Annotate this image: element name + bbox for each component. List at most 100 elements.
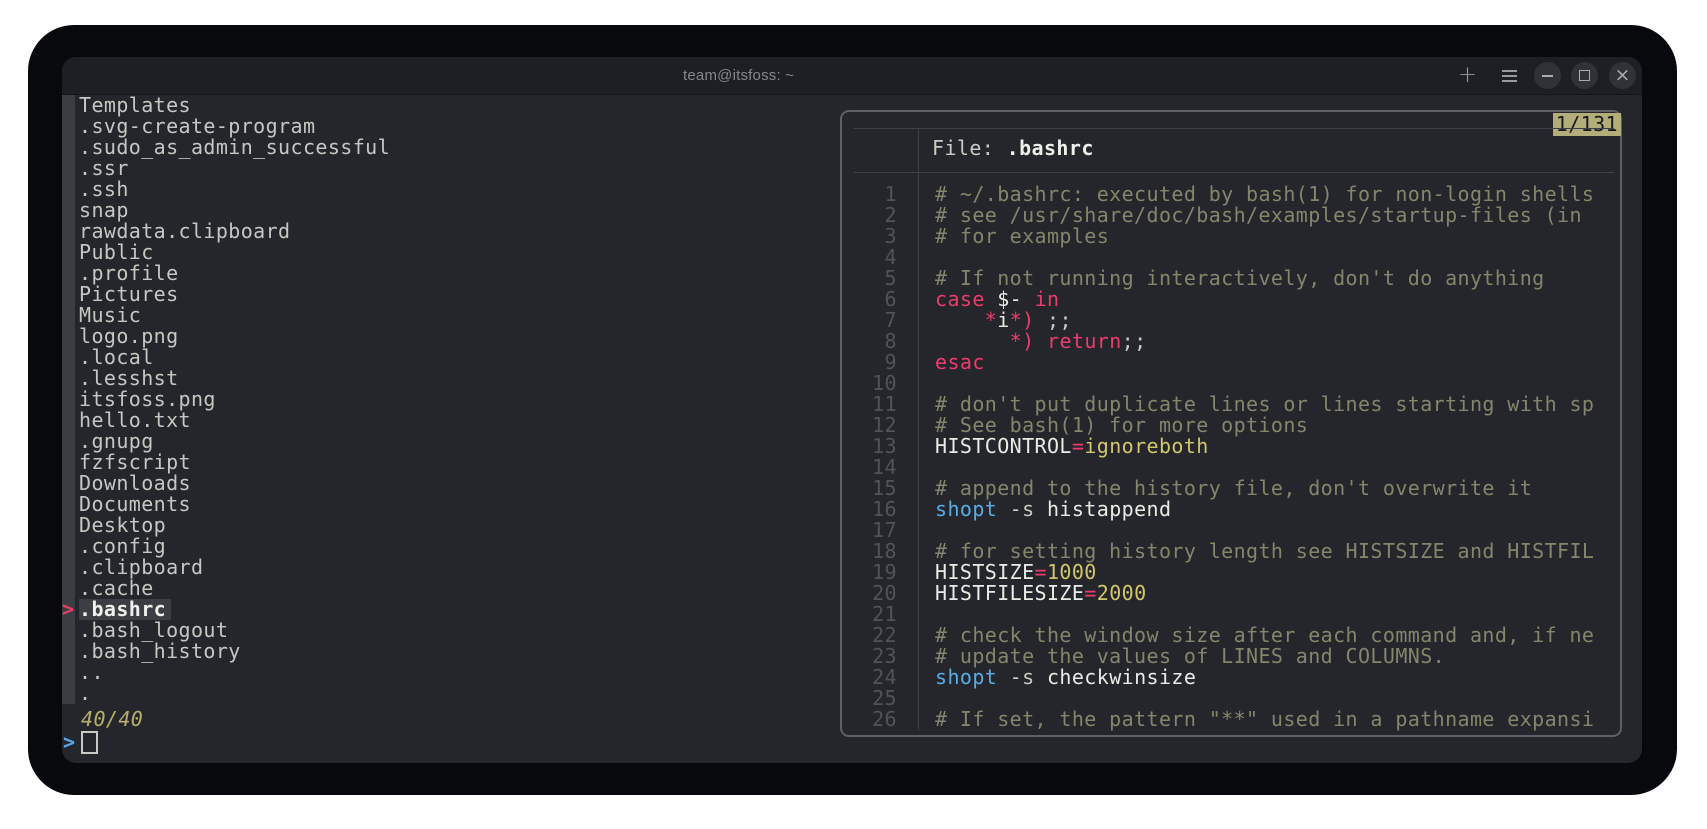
list-item[interactable]: .cache xyxy=(62,578,390,599)
line-number: 10 xyxy=(842,373,897,394)
line-number: 3 xyxy=(842,226,897,247)
code-line: 19HISTSIZE=1000 xyxy=(842,562,1620,583)
list-item[interactable]: Templates xyxy=(62,95,390,116)
code-line: 2# see /usr/share/doc/bash/examples/star… xyxy=(842,205,1620,226)
fzf-prompt[interactable]: > xyxy=(63,731,98,754)
code-line: 25 xyxy=(842,688,1620,709)
list-item[interactable]: .bash_logout xyxy=(62,620,390,641)
file-name: Documents xyxy=(79,494,191,515)
list-item[interactable]: snap xyxy=(62,200,390,221)
code-line: 18# for setting history length see HISTS… xyxy=(842,541,1620,562)
screenshot-canvas: team@itsfoss: ~ + × Templates.svg-cr xyxy=(0,0,1707,829)
code-text xyxy=(897,457,935,478)
grid-line-top xyxy=(854,128,1614,129)
titlebar[interactable]: team@itsfoss: ~ + × xyxy=(62,57,1642,95)
menu-button[interactable] xyxy=(1496,62,1523,89)
window-title: team@itsfoss: ~ xyxy=(683,57,794,94)
list-item[interactable]: rawdata.clipboard xyxy=(62,221,390,242)
file-name: itsfoss.png xyxy=(79,389,216,410)
minimize-button[interactable] xyxy=(1534,62,1561,89)
code-line: 12# See bash(1) for more options xyxy=(842,415,1620,436)
close-button[interactable]: × xyxy=(1609,62,1636,89)
line-number: 18 xyxy=(842,541,897,562)
list-item[interactable]: .lesshst xyxy=(62,368,390,389)
line-number: 5 xyxy=(842,268,897,289)
list-item[interactable]: .. xyxy=(62,662,390,683)
list-item[interactable]: Downloads xyxy=(62,473,390,494)
code-text xyxy=(897,688,935,709)
code-line: 8 *) return;; xyxy=(842,331,1620,352)
file-name: .sudo_as_admin_successful xyxy=(79,137,390,158)
file-name: .lesshst xyxy=(79,368,179,389)
list-item[interactable]: .bash_history xyxy=(62,641,390,662)
list-item[interactable]: .local xyxy=(62,347,390,368)
list-item[interactable]: .svg-create-program xyxy=(62,116,390,137)
code-line: 5# If not running interactively, don't d… xyxy=(842,268,1620,289)
fzf-file-list: Templates.svg-create-program.sudo_as_adm… xyxy=(62,95,390,704)
list-item[interactable]: .config xyxy=(62,536,390,557)
code-text: # for examples xyxy=(897,226,1109,247)
code-line: 15# append to the history file, don't ov… xyxy=(842,478,1620,499)
list-item[interactable]: itsfoss.png xyxy=(62,389,390,410)
list-item[interactable]: Documents xyxy=(62,494,390,515)
maximize-button[interactable] xyxy=(1571,62,1598,89)
list-item[interactable]: .ssh xyxy=(62,179,390,200)
terminal-window: team@itsfoss: ~ + × Templates.svg-cr xyxy=(62,57,1642,763)
list-item[interactable]: >.bashrc xyxy=(62,599,390,620)
code-text xyxy=(897,373,935,394)
code-line: 1# ~/.bashrc: executed by bash(1) for no… xyxy=(842,184,1620,205)
code-text: # don't put duplicate lines or lines sta… xyxy=(897,394,1594,415)
code-line: 9esac xyxy=(842,352,1620,373)
code-text: esac xyxy=(897,352,985,373)
new-tab-button[interactable]: + xyxy=(1454,62,1481,89)
line-number: 16 xyxy=(842,499,897,520)
code-text: *) return;; xyxy=(897,331,1147,352)
line-number: 8 xyxy=(842,331,897,352)
list-item[interactable]: hello.txt xyxy=(62,410,390,431)
line-number: 9 xyxy=(842,352,897,373)
file-name: .bash_history xyxy=(79,641,241,662)
list-item[interactable]: Desktop xyxy=(62,515,390,536)
line-number: 25 xyxy=(842,688,897,709)
list-item[interactable]: Pictures xyxy=(62,284,390,305)
match-counter: 40/40 xyxy=(81,709,143,730)
file-name: .bash_logout xyxy=(79,620,228,641)
list-item[interactable]: . xyxy=(62,683,390,704)
list-item[interactable]: fzfscript xyxy=(62,452,390,473)
line-number: 24 xyxy=(842,667,897,688)
line-number: 4 xyxy=(842,247,897,268)
file-name: Music xyxy=(79,305,141,326)
file-name: logo.png xyxy=(79,326,179,347)
line-number: 23 xyxy=(842,646,897,667)
line-number: 6 xyxy=(842,289,897,310)
code-line: 26# If set, the pattern "**" used in a p… xyxy=(842,709,1620,730)
hamburger-icon xyxy=(1502,70,1517,82)
code-line: 20HISTFILESIZE=2000 xyxy=(842,583,1620,604)
list-item[interactable]: Public xyxy=(62,242,390,263)
list-item[interactable]: logo.png xyxy=(62,326,390,347)
code-text: *i*) ;; xyxy=(897,310,1072,331)
list-item[interactable]: .profile xyxy=(62,263,390,284)
code-text xyxy=(897,247,935,268)
code-line: 13HISTCONTROL=ignoreboth xyxy=(842,436,1620,457)
code-line: 10 xyxy=(842,373,1620,394)
file-label: File: xyxy=(932,136,994,160)
list-item[interactable]: Music xyxy=(62,305,390,326)
line-number: 13 xyxy=(842,436,897,457)
code-line: 3# for examples xyxy=(842,226,1620,247)
file-name: Public xyxy=(79,242,154,263)
list-item[interactable]: .sudo_as_admin_successful xyxy=(62,137,390,158)
list-item[interactable]: .ssr xyxy=(62,158,390,179)
code-line: 23# update the values of LINES and COLUM… xyxy=(842,646,1620,667)
code-text: shopt -s histappend xyxy=(897,499,1171,520)
code-line: 4 xyxy=(842,247,1620,268)
list-item[interactable]: .clipboard xyxy=(62,557,390,578)
plus-icon: + xyxy=(1458,62,1477,89)
code-line: 16shopt -s histappend xyxy=(842,499,1620,520)
file-name: Pictures xyxy=(79,284,179,305)
line-number: 11 xyxy=(842,394,897,415)
line-number: 17 xyxy=(842,520,897,541)
line-number: 21 xyxy=(842,604,897,625)
list-item[interactable]: .gnupg xyxy=(62,431,390,452)
code-text: HISTSIZE=1000 xyxy=(897,562,1097,583)
